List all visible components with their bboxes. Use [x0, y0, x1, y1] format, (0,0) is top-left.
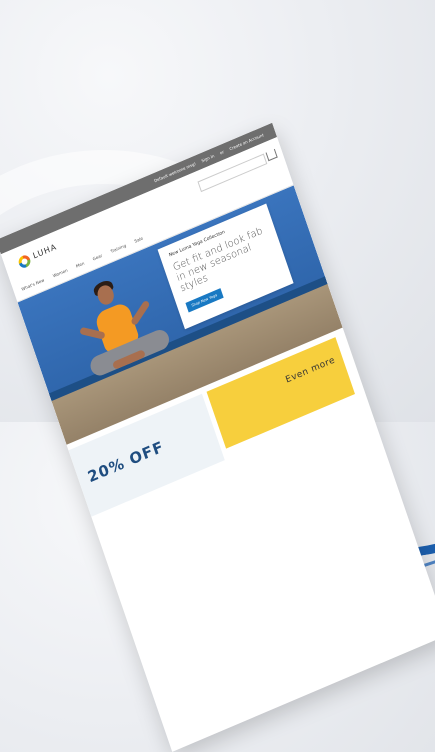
logo-text[interactable]: LUHA [32, 242, 58, 260]
luma-logo-icon[interactable] [17, 253, 33, 270]
discount-text: 20% OFF [85, 437, 167, 487]
nav-item-whats-new[interactable]: What's New [21, 277, 45, 291]
nav-item-women[interactable]: Women [52, 268, 68, 279]
cart-icon[interactable] [265, 148, 278, 162]
or-text: or [219, 149, 225, 156]
model-right-arm [130, 299, 151, 327]
sign-in-link[interactable]: Sign In [201, 153, 215, 163]
shop-new-yoga-button[interactable]: Shop New Yoga [185, 288, 224, 313]
nav-item-gear[interactable]: Gear [92, 253, 103, 262]
nav-item-men[interactable]: Men [75, 260, 85, 268]
yellow-panel-text: Even more [284, 355, 337, 386]
nav-item-training[interactable]: Training [110, 243, 127, 254]
nav-item-sale[interactable]: Sale [134, 236, 144, 244]
